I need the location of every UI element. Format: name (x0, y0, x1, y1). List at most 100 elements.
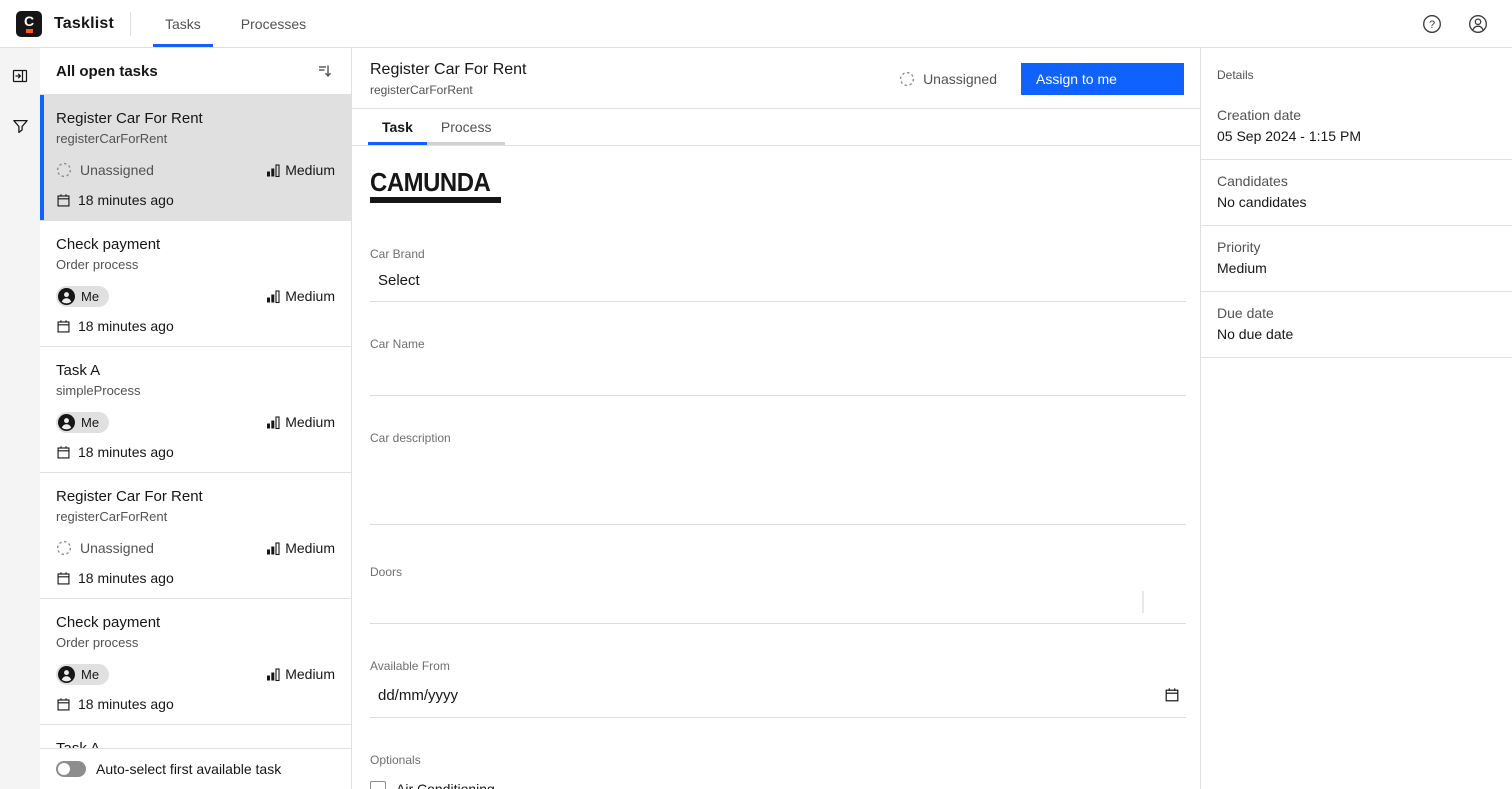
help-button[interactable]: ? (1416, 8, 1448, 40)
creation-date-value: 05 Sep 2024 - 1:15 PM (1217, 128, 1496, 144)
task-assignee-label: Unassigned (80, 540, 154, 556)
tab-process[interactable]: Process (427, 109, 506, 145)
doors-number-wrap (370, 579, 1186, 624)
task-panel-header: All open tasks (40, 48, 351, 95)
priority-medium-icon (266, 163, 281, 178)
task-priority-label: Medium (285, 414, 335, 430)
calendar-icon (56, 193, 71, 208)
task-priority: Medium (266, 414, 335, 430)
task-title: Task A (56, 361, 335, 380)
user-icon (1468, 14, 1488, 34)
task-process-name: registerCarForRent (56, 509, 335, 525)
nav-tab-tasks[interactable]: Tasks (145, 0, 221, 47)
task-process-name: Order process (56, 257, 335, 273)
priority-medium-icon (266, 415, 281, 430)
details-section-candidates: Candidates No candidates (1201, 160, 1512, 226)
tab-task[interactable]: Task (368, 109, 427, 145)
camunda-logo-letter: C (24, 15, 34, 28)
calendar-icon (56, 445, 71, 460)
task-assignee-label: Me (81, 667, 99, 682)
task-priority: Medium (266, 162, 335, 178)
car-name-field: Car Name (370, 337, 1186, 396)
app-header: C Tasklist Tasks Processes ? (0, 0, 1512, 48)
task-title: Task A (56, 739, 335, 748)
task-meta-row: Unassigned Medium (56, 160, 335, 180)
priority-medium-icon (266, 289, 281, 304)
tab-process-label: Process (441, 119, 492, 135)
task-process-name: simpleProcess (56, 383, 335, 399)
camunda-form-logo-underline (370, 197, 501, 203)
task-detail-actions: Unassigned Assign to me (899, 63, 1184, 95)
task-list: Register Car For Rent registerCarForRent… (40, 95, 351, 748)
task-detail-tabs: Task Process (352, 109, 1200, 146)
task-detail-title: Register Car For Rent (370, 60, 527, 80)
camunda-logo-icon: C (16, 11, 42, 37)
car-description-input[interactable] (370, 445, 1186, 525)
task-date-row: 18 minutes ago (56, 570, 335, 586)
task-list-item[interactable]: Register Car For Rent registerCarForRent… (40, 95, 351, 221)
task-priority-label: Medium (285, 162, 335, 178)
available-from-field: Available From (370, 659, 1186, 718)
calendar-icon (56, 571, 71, 586)
me-avatar-icon (58, 414, 75, 431)
task-date-label: 18 minutes ago (78, 570, 174, 586)
header-divider (130, 12, 131, 36)
task-panel-footer: Auto-select first available task (40, 748, 351, 789)
task-priority: Medium (266, 288, 335, 304)
task-list-item[interactable]: Check payment Order process Me Medium 18… (40, 221, 351, 347)
task-assignee-label: Unassigned (80, 162, 154, 178)
task-assignee-me-pill: Me (56, 412, 109, 433)
calendar-icon (56, 697, 71, 712)
task-priority: Medium (266, 666, 335, 682)
task-detail-subtitle: registerCarForRent (370, 83, 527, 97)
me-avatar-icon (58, 666, 75, 683)
details-section-priority: Priority Medium (1201, 226, 1512, 292)
sort-tasks-button[interactable] (313, 59, 337, 83)
app-title: Tasklist (54, 15, 114, 33)
task-date-label: 18 minutes ago (78, 192, 174, 208)
car-description-label: Car description (370, 431, 1186, 445)
task-date-row: 18 minutes ago (56, 444, 335, 460)
task-meta-row: Me Medium (56, 286, 335, 306)
user-profile-button[interactable] (1462, 8, 1494, 40)
task-panel: All open tasks Register Car For Rent reg… (40, 48, 352, 789)
task-list-item[interactable]: Task A (40, 725, 351, 748)
assign-to-me-button[interactable]: Assign to me (1021, 63, 1184, 95)
task-panel-title: All open tasks (56, 63, 158, 80)
task-priority-label: Medium (285, 288, 335, 304)
candidates-label: Candidates (1217, 173, 1496, 189)
assignment-status-label: Unassigned (923, 71, 997, 87)
calendar-icon (56, 319, 71, 334)
task-detail-titles: Register Car For Rent registerCarForRent (370, 60, 527, 97)
task-list-item[interactable]: Check payment Order process Me Medium 18… (40, 599, 351, 725)
available-from-input[interactable] (370, 687, 1164, 704)
due-date-value: No due date (1217, 326, 1496, 342)
header-actions: ? (1416, 8, 1512, 40)
task-meta-row: Me Medium (56, 664, 335, 684)
task-title: Register Car For Rent (56, 487, 335, 506)
filter-icon (12, 118, 29, 135)
auto-select-toggle[interactable] (56, 761, 86, 777)
task-date-label: 18 minutes ago (78, 318, 174, 334)
doors-input[interactable] (370, 579, 1186, 624)
task-assignee-label: Me (81, 289, 99, 304)
task-date-row: 18 minutes ago (56, 318, 335, 334)
air-conditioning-checkbox[interactable] (370, 781, 386, 789)
available-from-label: Available From (370, 659, 1186, 673)
filter-button[interactable] (8, 114, 32, 138)
left-rail (0, 48, 40, 789)
candidates-value: No candidates (1217, 194, 1496, 210)
expand-panel-button[interactable] (8, 64, 32, 88)
car-brand-select[interactable]: Select (370, 261, 1186, 302)
date-picker-calendar-icon[interactable] (1164, 687, 1180, 703)
task-list-item[interactable]: Task A simpleProcess Me Medium 18 minute… (40, 347, 351, 473)
task-priority-label: Medium (285, 666, 335, 682)
car-description-field: Car description (370, 431, 1186, 530)
task-title: Check payment (56, 613, 335, 632)
task-title: Register Car For Rent (56, 109, 335, 128)
nav-tab-processes[interactable]: Processes (221, 0, 326, 47)
car-name-input[interactable] (370, 351, 1186, 396)
me-avatar-icon (58, 288, 75, 305)
task-title: Check payment (56, 235, 335, 254)
task-list-item[interactable]: Register Car For Rent registerCarForRent… (40, 473, 351, 599)
